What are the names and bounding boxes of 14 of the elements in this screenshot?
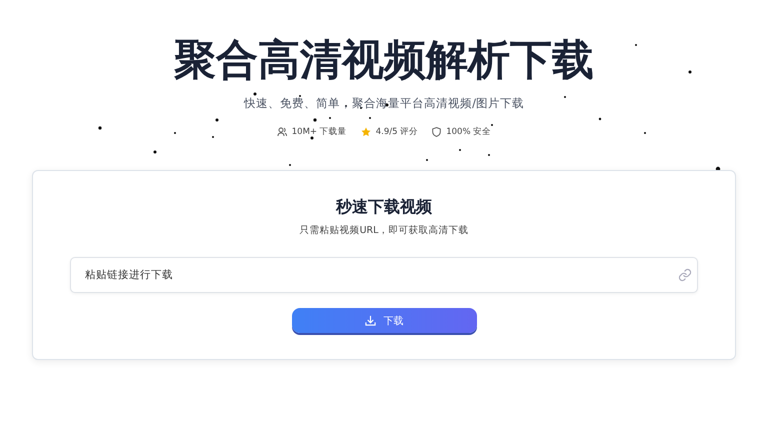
shield-icon: [432, 127, 442, 137]
stat-text: 10M+ 下载量: [292, 126, 347, 138]
page-title: 聚合高清视频解析下载: [174, 34, 594, 86]
link-icon: [678, 268, 692, 282]
stat-text: 100% 安全: [446, 126, 492, 138]
users-icon: [276, 127, 287, 137]
star-icon: [360, 127, 371, 137]
download-button[interactable]: 下载: [292, 308, 476, 333]
card-title: 秒速下载视频: [336, 197, 432, 218]
card-subtitle: 只需粘贴视频URL，即可获取高清下载: [300, 224, 468, 237]
page-subtitle: 快速、免费、简单，聚合海量平台高清视频/图片下载: [244, 96, 524, 111]
download-icon: [364, 315, 376, 326]
url-input-field[interactable]: 粘贴链接进行下载: [70, 257, 698, 293]
stat-text: 4.9/5 评分: [376, 126, 418, 138]
